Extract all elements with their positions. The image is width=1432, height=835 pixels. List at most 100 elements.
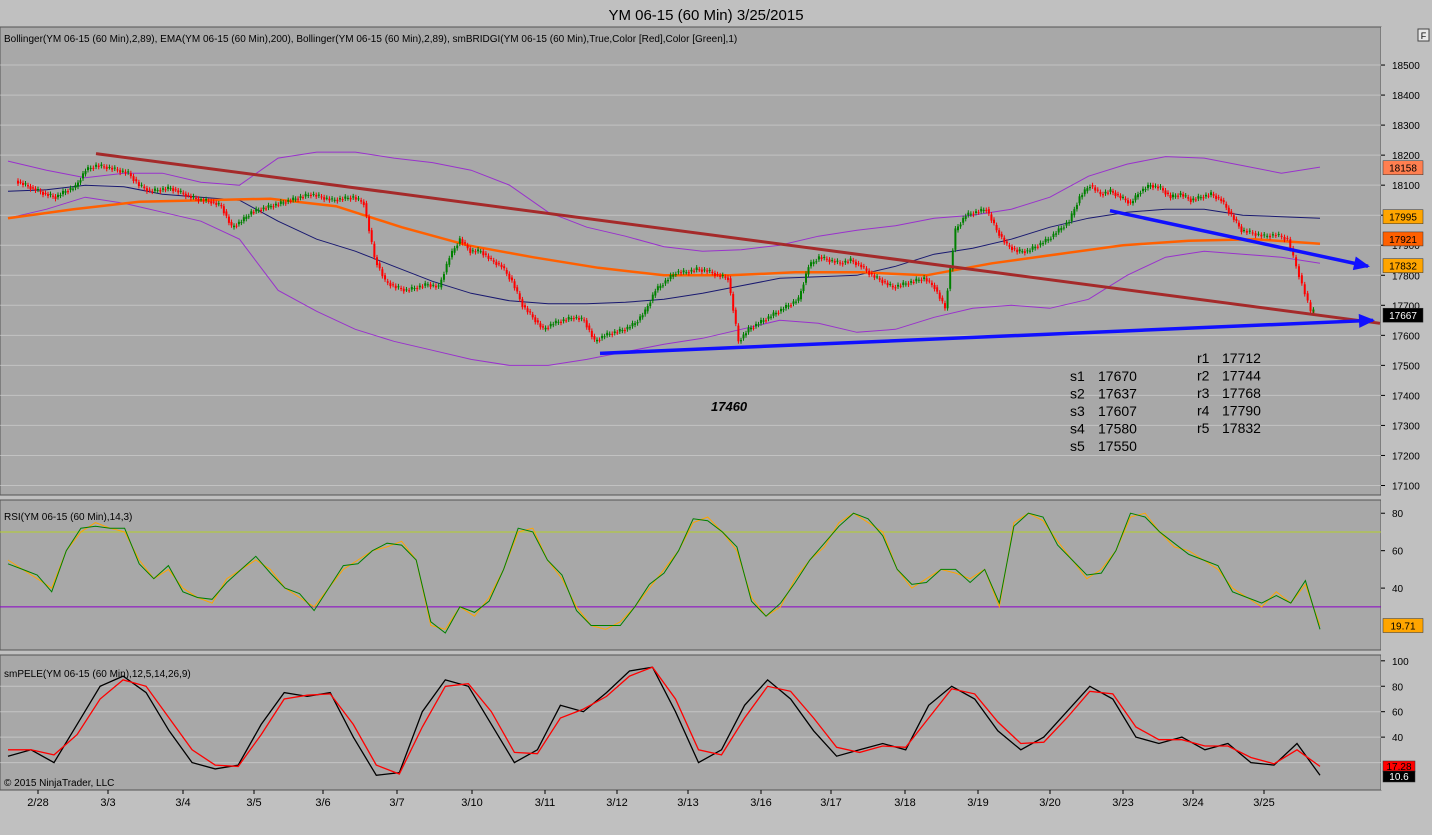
candle-body — [376, 257, 378, 266]
x-tick-label: 3/23 — [1112, 797, 1133, 809]
candle-body — [886, 282, 889, 286]
candle-body — [325, 197, 328, 199]
candle-body — [77, 182, 79, 187]
candle-body — [233, 225, 235, 228]
candle-body — [143, 186, 146, 189]
candle-body — [1052, 233, 1055, 237]
pele-indicator-label: smPELE(YM 06-15 (60 Min),12,5,14,26,9) — [4, 669, 191, 680]
candle-body — [100, 164, 103, 167]
candle-body — [618, 329, 621, 332]
candle-body — [215, 202, 218, 205]
candle-body — [1187, 197, 1190, 199]
candle-body — [580, 317, 583, 319]
candle-body — [687, 272, 690, 274]
candle-body — [1312, 309, 1315, 312]
candle-body — [392, 284, 395, 286]
candle-body — [623, 330, 626, 332]
candle-body — [923, 277, 926, 280]
candle-body — [262, 207, 265, 210]
candle-body — [1197, 196, 1200, 199]
candle-body — [651, 294, 654, 301]
candle-body — [870, 273, 873, 275]
candle-body — [477, 249, 480, 252]
candle-body — [1107, 192, 1109, 194]
candle-body — [220, 205, 223, 207]
candle-body — [1122, 196, 1124, 198]
candle-body — [805, 273, 807, 283]
rsi-panel[interactable] — [0, 499, 1382, 651]
candle-body — [844, 260, 847, 263]
candle-body — [1029, 250, 1031, 252]
candle-body — [458, 238, 461, 244]
candle-body — [787, 305, 790, 307]
candle-body — [1210, 192, 1213, 195]
candle-body — [868, 270, 871, 275]
candle-body — [1047, 239, 1050, 241]
candle-body — [1124, 198, 1127, 201]
y-axis-area — [1381, 27, 1432, 790]
candle-body — [554, 320, 557, 324]
candle-body — [644, 309, 647, 315]
candle-body — [800, 291, 802, 300]
candle-body — [785, 304, 787, 309]
candle-body — [928, 280, 931, 282]
candle-body — [490, 257, 493, 259]
candle-body — [497, 263, 500, 265]
candle-body — [964, 216, 967, 219]
support-level-name: s2 — [1070, 386, 1085, 402]
candle-body — [279, 201, 282, 204]
candle-body — [567, 317, 570, 320]
candle-body — [904, 283, 907, 285]
candle-body — [685, 272, 688, 274]
resistance-level-name: r2 — [1197, 368, 1210, 384]
pele-panel[interactable] — [0, 654, 1382, 791]
candle-body — [881, 279, 884, 284]
candle-body — [1117, 194, 1119, 196]
candle-body — [302, 197, 304, 199]
candle-body — [957, 226, 959, 231]
candle-body — [344, 196, 347, 199]
price-panel[interactable] — [0, 26, 1382, 496]
candle-body — [205, 199, 208, 201]
candle-body — [210, 201, 213, 204]
candle-body — [207, 200, 210, 202]
candle-body — [474, 251, 477, 253]
candle-body — [1152, 185, 1154, 188]
support-level-value: 17550 — [1098, 438, 1137, 454]
candle-body — [1078, 196, 1081, 204]
window-title: YM 06-15 (60 Min) 3/25/2015 — [608, 7, 803, 24]
candle-body — [1207, 195, 1210, 197]
candle-body — [274, 203, 277, 206]
candle-body — [817, 256, 820, 260]
candle-body — [451, 250, 453, 258]
candle-body — [669, 274, 672, 280]
candle-body — [998, 230, 1001, 236]
candle-body — [732, 294, 735, 311]
candle-body — [1232, 215, 1235, 220]
candle-body — [969, 213, 972, 215]
rsi-indicator-label: RSI(YM 06-15 (60 Min),14,3) — [4, 512, 132, 523]
candle-body — [189, 196, 192, 199]
candle-body — [184, 193, 187, 197]
price-tag-label: 17832 — [1389, 262, 1417, 273]
candle-body — [1088, 186, 1091, 189]
candle-body — [29, 186, 32, 190]
candle-body — [1039, 242, 1042, 246]
candle-body — [194, 197, 197, 199]
candle-body — [362, 201, 365, 205]
ninjatrader-chart: YM 06-15 (60 Min) 3/25/2015 18500 18400 18… — [0, 7, 1432, 809]
candle-body — [649, 302, 652, 307]
candle-body — [323, 197, 326, 200]
candle-body — [111, 167, 114, 170]
f-button[interactable]: F — [1417, 28, 1430, 42]
candle-body — [352, 196, 355, 198]
candle-body — [461, 239, 464, 244]
candle-body — [1266, 235, 1269, 237]
candle-body — [941, 297, 944, 302]
candle-body — [1215, 195, 1218, 199]
candle-body — [539, 323, 542, 328]
candle-body — [151, 191, 154, 193]
candle-body — [782, 309, 785, 311]
candle-body — [930, 282, 933, 286]
candle-body — [384, 275, 387, 280]
